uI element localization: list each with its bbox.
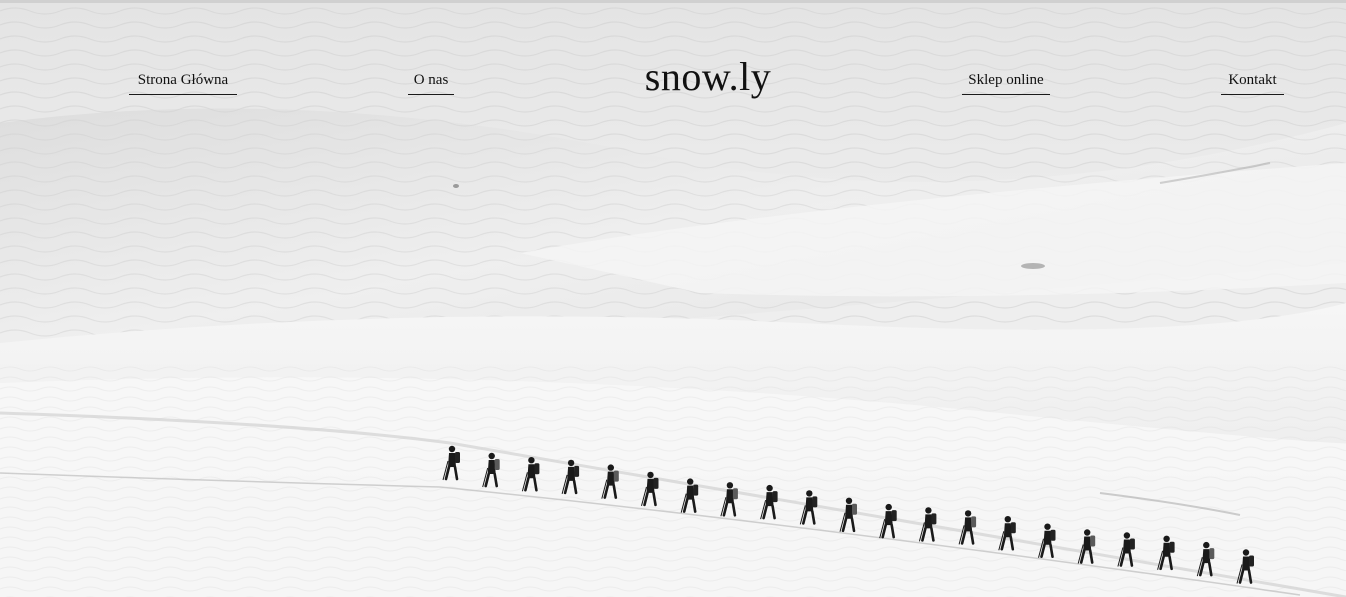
- nav-shop-link[interactable]: Sklep online: [962, 69, 1050, 95]
- nav-home-link[interactable]: Strona Główna: [129, 69, 237, 95]
- site-logo[interactable]: snow.ly: [560, 53, 856, 101]
- nav-contact-link[interactable]: Kontakt: [1221, 69, 1284, 95]
- page: Strona Główna O nas snow.ly Sklep online…: [0, 0, 1346, 597]
- nav-about-link[interactable]: O nas: [408, 69, 454, 95]
